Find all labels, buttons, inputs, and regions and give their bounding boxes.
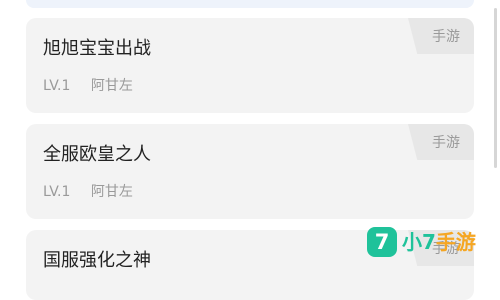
site-watermark: 7 小7手游 [367,226,476,258]
item-game: 阿甘左 [90,78,133,94]
scrollbar[interactable] [494,8,497,168]
platform-tag: 手游 [408,18,474,54]
watermark-text-prefix: 小7 [402,230,436,254]
item-title: 全服欧皇之人 [43,144,151,165]
list-item[interactable]: 全服欧皇之人 LV.1 阿甘左 手游 [26,124,474,219]
list-item[interactable]: 旭旭宝宝出战 LV.1 阿甘左 手游 [26,18,474,113]
watermark-logo-icon: 7 [367,227,397,257]
item-title: 旭旭宝宝出战 [43,38,151,59]
item-level: LV.1 [43,78,71,94]
item-game: 阿甘左 [90,184,133,200]
platform-tag-label: 手游 [432,29,460,45]
item-title: 国服强化之神 [43,250,151,271]
platform-tag-label: 手游 [432,135,460,151]
watermark-text: 小7手游 [402,227,476,257]
item-meta: LV.1 阿甘左 [43,77,133,95]
item-level: LV.1 [43,184,71,200]
item-meta: LV.1 阿甘左 [43,183,133,201]
previous-card-edge [26,0,474,8]
platform-tag: 手游 [408,124,474,160]
watermark-text-accent: 手游 [435,230,476,254]
